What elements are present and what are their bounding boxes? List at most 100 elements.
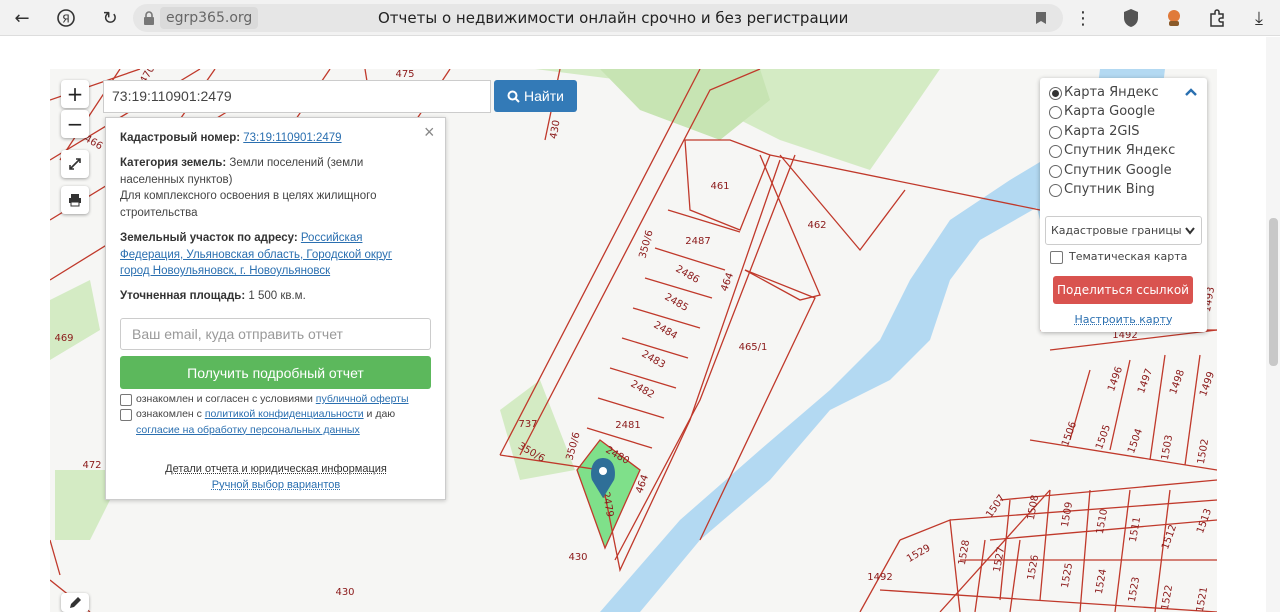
radio-yandex-map[interactable] [1049, 87, 1062, 100]
radio-bing-satellite[interactable] [1049, 184, 1062, 197]
lock-icon [137, 6, 161, 30]
zoom-in-button[interactable]: + [61, 80, 89, 108]
layer-option-label: Карта Google [1064, 104, 1155, 119]
address-link[interactable]: город Новоульяновск, г. Новоульяновск [120, 265, 330, 277]
land-category-row: Категория земель: Земли поселений (земли… [120, 155, 432, 221]
parcel-label: 461 [710, 181, 729, 192]
configure-map-row: Настроить карту [1040, 313, 1207, 326]
public-offer-link[interactable]: публичной оферты [316, 393, 409, 405]
thematic-map-checkbox[interactable] [1050, 251, 1063, 264]
privacy-policy-link[interactable]: политикой конфиденциальности [205, 408, 364, 420]
forest-area [50, 280, 100, 360]
radio-yandex-satellite[interactable] [1049, 145, 1062, 158]
parcel-label: 462 [807, 220, 826, 231]
parcel-label: 350/6 [565, 431, 583, 462]
parcel-label: 1529 [905, 543, 933, 565]
parcel-label: 1524 [1094, 568, 1109, 595]
cadastral-number-link[interactable]: 73:19:110901:2479 [243, 132, 341, 144]
data-processing-link[interactable]: согласие на обработку персональных данны… [136, 424, 360, 436]
download-icon[interactable]: ⤓ [1247, 6, 1271, 30]
parcel-label: 737 [518, 419, 537, 430]
parcel-label: 1503 [1160, 434, 1175, 461]
email-field[interactable]: Ваш email, куда отправить отчет [120, 318, 431, 350]
offer-agree-checkbox[interactable] [120, 394, 132, 406]
shield-icon[interactable] [1119, 6, 1143, 30]
layer-option-label: Карта Яндекс [1064, 85, 1159, 100]
parcel-label: 2482 [628, 379, 656, 401]
manual-selection-link[interactable]: Ручной выбор вариантов [212, 479, 340, 491]
parcel-label: 1499 [1198, 370, 1217, 398]
reload-icon[interactable]: ↻ [98, 6, 122, 30]
radio-google-map[interactable] [1049, 106, 1062, 119]
parcel-label: 1522 [1160, 584, 1175, 611]
manual-link-row: Ручной выбор вариантов [120, 477, 432, 494]
parcel-info-panel: × Кадастровый номер: 73:19:110901:2479 К… [105, 117, 446, 500]
print-icon[interactable] [61, 186, 89, 214]
chevron-down-icon [1185, 227, 1195, 235]
area-row: Уточненная площадь: 1 500 кв.м. [120, 288, 432, 305]
address-label: Земельный участок по адресу: [120, 232, 298, 244]
parcel-label: 1492 [867, 572, 892, 583]
overlay-select[interactable]: Кадастровые границы [1045, 216, 1202, 245]
fullscreen-icon[interactable] [61, 150, 89, 178]
privacy-agree-checkbox[interactable] [120, 409, 132, 421]
extensions-puzzle-icon[interactable] [1205, 6, 1229, 30]
area-label: Уточненная площадь: [120, 290, 246, 302]
parcel-label: 2486 [673, 264, 701, 286]
parcel-label: 1509 [1060, 501, 1075, 528]
parcel-label: 465/1 [739, 342, 768, 353]
layer-option-label: Спутник Яндекс [1064, 143, 1176, 158]
parcel-label: 1523 [1127, 576, 1142, 603]
find-button-label: Найти [524, 88, 564, 104]
parcel-label: 1510 [1095, 508, 1110, 535]
configure-map-link[interactable]: Настроить карту [1074, 313, 1172, 326]
parcel-label: 2485 [662, 292, 690, 314]
parcel-label: 430 [548, 119, 562, 140]
layer-option-label: Спутник Bing [1064, 182, 1155, 197]
land-category-label: Категория земель: [120, 157, 227, 169]
edit-pencil-icon[interactable] [61, 593, 89, 612]
land-category-value: Земли поселений (земли [229, 157, 364, 169]
page-title: Отчеты о недвижимости онлайн срочно и бе… [378, 9, 849, 27]
zoom-out-button[interactable]: − [61, 110, 89, 138]
overlay-select-value: Кадастровые границы [1051, 224, 1182, 237]
land-category-value: населенных пунктов) [120, 173, 233, 186]
address-link[interactable]: Федерация, Ульяновская область, Городско… [120, 249, 392, 261]
layer-option-label: Карта 2GIS [1064, 124, 1140, 139]
report-details-link[interactable]: Детали отчета и юридическая информация [165, 463, 387, 475]
parcel-label: 1528 [957, 539, 972, 566]
area-value: 1 500 кв.м. [248, 290, 306, 302]
scrollbar-thumb[interactable] [1269, 218, 1278, 366]
extension-icon[interactable] [1162, 6, 1186, 30]
svg-text:Я: Я [62, 13, 70, 26]
find-button[interactable]: Найти [494, 80, 577, 112]
yandex-icon[interactable]: Я [54, 6, 78, 30]
share-link-button[interactable]: Поделиться ссылкой [1053, 276, 1193, 304]
agree-text: ознакомлен и согласен с условиями [136, 393, 313, 405]
forest-area [600, 69, 770, 140]
cadastral-search-input[interactable]: 73:19:110901:2479 [103, 80, 491, 113]
parcel-label: 2481 [615, 420, 640, 431]
offer-agree-text: ознакомлен и согласен с условиями публич… [136, 392, 448, 407]
cadastral-number-row: Кадастровый номер: 73:19:110901:2479 [120, 130, 432, 147]
parcel-label: 1512 [1160, 523, 1179, 551]
thematic-map-label: Тематическая карта [1069, 250, 1188, 263]
parcel-label: 1521 [1195, 586, 1210, 612]
back-icon[interactable]: ← [10, 6, 34, 30]
parcel-label: 1527 [992, 546, 1007, 573]
parcel-label: 430 [568, 552, 587, 563]
land-use-text: строительства [120, 206, 198, 219]
address-link[interactable]: Российская [301, 232, 363, 244]
radio-google-satellite[interactable] [1049, 165, 1062, 178]
site-domain[interactable]: egrp365.org [160, 7, 259, 29]
land-use-text: Для комплексного освоения в целях жилищн… [120, 190, 377, 202]
bookmark-icon[interactable] [1029, 6, 1053, 30]
parcel-label: 1511 [1128, 516, 1143, 543]
parcel-label: 350/6 [638, 229, 656, 260]
parcel-label: 1497 [1136, 367, 1155, 395]
get-report-button[interactable]: Получить подробный отчет [120, 356, 431, 389]
radio-2gis-map[interactable] [1049, 126, 1062, 139]
menu-dots-icon[interactable]: ⋮ [1071, 6, 1095, 30]
chevron-up-icon[interactable] [1184, 85, 1198, 103]
browser-toolbar: ← Я ↻ egrp365.org Отчеты о недвижимости … [0, 0, 1280, 36]
